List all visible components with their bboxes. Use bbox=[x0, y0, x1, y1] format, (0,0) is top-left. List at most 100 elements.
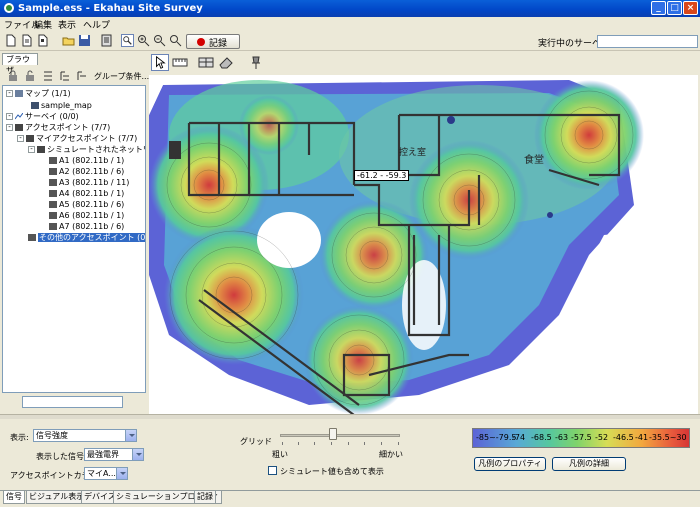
new-file-icon[interactable] bbox=[4, 34, 17, 47]
app-icon bbox=[4, 3, 14, 13]
maximize-button[interactable]: □ bbox=[667, 1, 682, 15]
network-icon bbox=[37, 146, 45, 153]
lock-icon[interactable] bbox=[7, 70, 19, 82]
display-label: 表示: bbox=[10, 433, 29, 442]
menu-edit[interactable]: 編集 bbox=[34, 18, 52, 31]
legend-details-button[interactable]: 凡例の詳細 bbox=[552, 457, 626, 471]
hand-tool-icon[interactable] bbox=[121, 34, 134, 47]
minimize-button[interactable]: _ bbox=[651, 1, 666, 15]
record-icon bbox=[197, 38, 205, 46]
tab-recording[interactable]: 記録 bbox=[194, 491, 216, 504]
tab-signal[interactable]: 信号 bbox=[3, 491, 25, 504]
tree-item-ap[interactable]: A3 (802.11b / 11) bbox=[49, 177, 129, 188]
access-point-icon bbox=[49, 190, 57, 197]
legend-value: -63 bbox=[555, 433, 569, 442]
legend-value: -74 bbox=[512, 433, 526, 442]
display-select[interactable]: 信号強度 bbox=[33, 429, 137, 442]
access-point-icon bbox=[49, 168, 57, 175]
menu-view[interactable]: 表示 bbox=[58, 18, 76, 31]
displayed-signal-select[interactable]: 最強電界 bbox=[84, 448, 144, 461]
menu-help[interactable]: ヘルプ bbox=[83, 18, 110, 31]
pointer-tool-icon[interactable] bbox=[151, 54, 169, 71]
displayed-signal-label: 表示した信号 bbox=[36, 452, 84, 461]
signal-legend: -85~-79.5 -74 -68.5 -63 -57.5 -52 -46.5 … bbox=[472, 428, 690, 448]
pin-tool-icon[interactable] bbox=[247, 54, 265, 71]
access-point-icon bbox=[49, 157, 57, 164]
group-condition-button[interactable]: グループ条件... bbox=[94, 71, 149, 82]
tree-item-other-access-points[interactable]: その他のアクセスポイント (0/0) bbox=[28, 232, 145, 243]
legend-value: -68.5 bbox=[531, 433, 552, 442]
tree-item-maps[interactable]: - マップ (1/1) bbox=[6, 88, 71, 99]
ap-category-select[interactable]: マイA... bbox=[84, 467, 128, 480]
tree-item-my-access-points[interactable]: - マイアクセスポイント (7/7) bbox=[17, 133, 137, 144]
room-label-cafeteria: 食堂 bbox=[524, 153, 544, 166]
collapse-toggle-icon[interactable]: - bbox=[28, 146, 35, 153]
browser-tab[interactable]: ブラウザ bbox=[2, 53, 38, 75]
collapse-all-icon[interactable] bbox=[59, 70, 71, 82]
zoom-in-icon[interactable] bbox=[137, 34, 150, 47]
tree-item-ap[interactable]: A5 (802.11b / 6) bbox=[49, 199, 124, 210]
tree-item-surveys[interactable]: - サーベイ (0/0) bbox=[6, 111, 79, 122]
collapse-toggle-icon[interactable]: - bbox=[6, 90, 13, 97]
heatmap-map-view[interactable]: 食堂 控え室 bbox=[149, 75, 698, 414]
map-tool-strip bbox=[151, 53, 271, 73]
title-bar: Sample.ess - Ekahau Site Survey _ □ × bbox=[0, 0, 700, 17]
window-title: Sample.ess - Ekahau Site Survey bbox=[18, 3, 203, 14]
access-point-icon bbox=[28, 234, 36, 241]
active-survey-input[interactable] bbox=[597, 35, 698, 48]
collapse-toggle-icon[interactable]: - bbox=[17, 135, 24, 142]
legend-value: -57.5 bbox=[571, 433, 592, 442]
tree-item-ap[interactable]: A4 (802.11b / 1) bbox=[49, 188, 124, 199]
main-toolbar: 記録 実行中のサーベイ bbox=[0, 32, 700, 51]
access-point-icon bbox=[49, 179, 57, 186]
include-simulated-label: シミュレート値も含めて表示 bbox=[280, 467, 384, 476]
tree-item-ap[interactable]: A2 (802.11b / 6) bbox=[49, 166, 124, 177]
unlock-icon[interactable] bbox=[24, 70, 36, 82]
new-document-icon[interactable] bbox=[20, 34, 33, 47]
browser-filter-input[interactable] bbox=[22, 396, 123, 408]
coarse-label: 粗い bbox=[272, 450, 288, 459]
access-point-icon bbox=[26, 135, 34, 142]
tree-item-ap[interactable]: A1 (802.11b / 1) bbox=[49, 155, 124, 166]
heatmap-canvas: 食堂 控え室 bbox=[149, 75, 698, 414]
include-simulated-checkbox[interactable] bbox=[268, 466, 277, 475]
tree-item-ap[interactable]: A7 (802.11b / 6) bbox=[49, 221, 124, 232]
new-page-icon[interactable] bbox=[36, 34, 49, 47]
print-icon[interactable] bbox=[100, 34, 113, 47]
ruler-tool-icon[interactable] bbox=[171, 54, 189, 71]
record-label: 記録 bbox=[209, 39, 228, 49]
grid-slider-thumb[interactable] bbox=[329, 428, 337, 440]
tree-item-ap[interactable]: A6 (802.11b / 1) bbox=[49, 210, 124, 221]
access-point-icon bbox=[49, 223, 57, 230]
expand-all-icon[interactable] bbox=[42, 70, 54, 82]
collapse-toggle-icon[interactable]: - bbox=[6, 113, 13, 120]
zoom-fit-icon[interactable] bbox=[169, 34, 182, 47]
save-icon[interactable] bbox=[78, 34, 91, 47]
dropdown-arrow-icon[interactable] bbox=[116, 468, 127, 479]
filter-icon[interactable] bbox=[76, 70, 88, 82]
tree-item-simulated-network[interactable]: -シミュレートされたネットワーク bbox=[28, 144, 145, 155]
dropdown-arrow-icon[interactable] bbox=[125, 430, 136, 441]
menu-bar: ファイル 編集 表示 ヘルプ bbox=[0, 17, 700, 32]
record-button[interactable]: 記録 bbox=[186, 34, 240, 49]
dropdown-arrow-icon[interactable] bbox=[132, 449, 143, 460]
signal-value-tooltip: -61.2 - -59.3 bbox=[354, 170, 410, 181]
collapse-toggle-icon[interactable]: - bbox=[6, 124, 13, 131]
legend-properties-button[interactable]: 凡例のプロパティ bbox=[474, 457, 546, 471]
wall-tool-icon[interactable] bbox=[197, 54, 215, 71]
room-label-waiting-room: 控え室 bbox=[399, 146, 426, 158]
open-folder-icon[interactable] bbox=[62, 34, 75, 47]
map-icon bbox=[31, 102, 39, 109]
signal-panel: 表示: 信号強度 表示した信号 最強電界 アクセスポイントカテゴリ マイA...… bbox=[0, 419, 700, 490]
survey-icon bbox=[15, 113, 23, 120]
tree-item-access-points[interactable]: - アクセスポイント (7/7) bbox=[6, 122, 110, 133]
grid-slider-track[interactable] bbox=[280, 434, 400, 437]
tree-item-sample-map[interactable]: sample_map bbox=[31, 100, 92, 111]
grid-label: グリッド bbox=[240, 437, 272, 446]
tab-visual-display[interactable]: ビジュアル表示 bbox=[26, 491, 88, 504]
close-button[interactable]: × bbox=[683, 1, 698, 15]
eraser-tool-icon[interactable] bbox=[217, 54, 235, 71]
access-point-icon bbox=[49, 212, 57, 219]
legend-value: -41 bbox=[635, 433, 649, 442]
zoom-out-icon[interactable] bbox=[153, 34, 166, 47]
